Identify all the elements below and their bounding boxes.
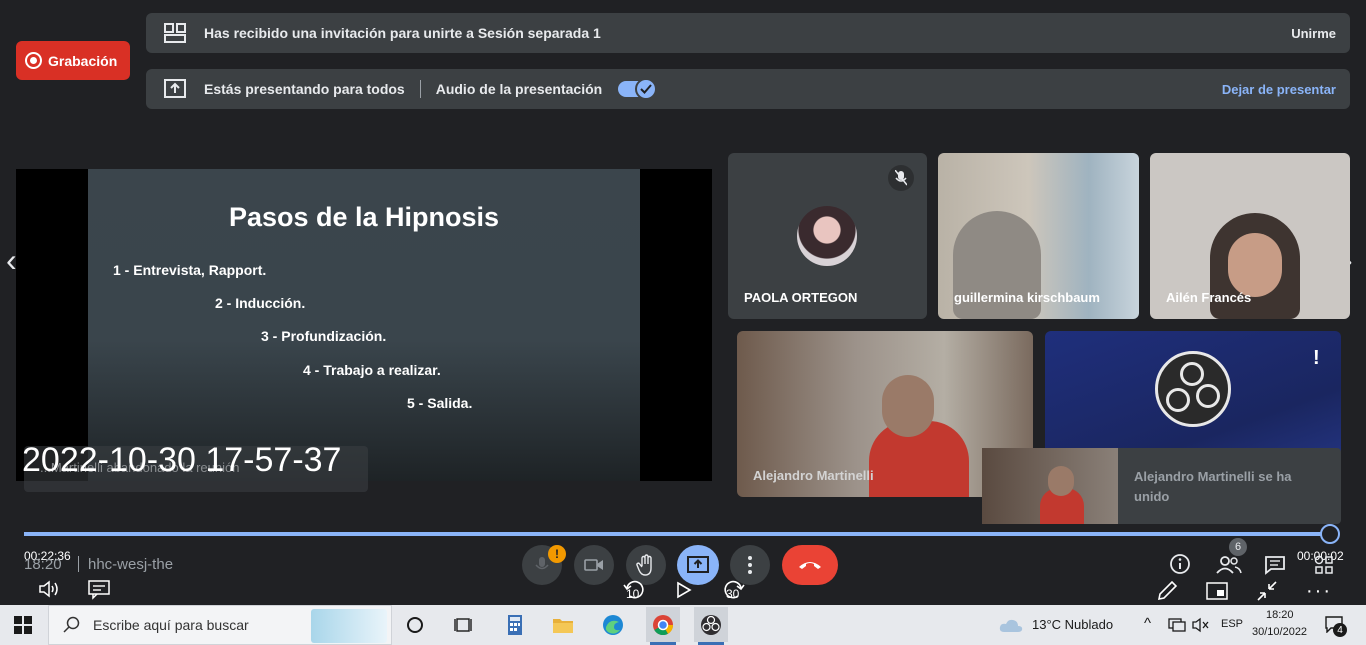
join-toast: Alejandro Martinelli se ha unido [982,448,1341,524]
slide-step: 1 - Entrevista, Rapport. [113,262,267,278]
audio-toggle[interactable] [618,78,658,100]
input-language[interactable]: ESP [1221,618,1243,630]
meeting-code: hhc-wesj-the [88,556,174,573]
slide-title: Pasos de la Hipnosis [228,202,500,232]
participant-count-badge: 6 [1229,538,1247,556]
slide-step: 3 - Profundización. [261,328,387,344]
chat-icon[interactable] [1264,555,1286,580]
obs-app-icon[interactable] [694,607,728,642]
activities-icon[interactable] [1314,555,1334,580]
audio-label: Audio de la presentación [435,81,603,97]
hang-up-button[interactable] [782,545,838,585]
invite-text: Has recibido una invitación para unirte … [204,25,601,41]
volume-icon[interactable] [38,580,60,603]
exit-fullscreen-icon[interactable] [1256,580,1278,607]
participant-name: PAOLA ORTEGON [744,290,858,305]
participant-name: Alejandro Martinelli [753,468,874,483]
search-icon [63,616,80,633]
alert-icon: ! [1313,347,1320,369]
present-button[interactable] [677,545,719,585]
stop-presenting-button[interactable]: Dejar de presentar [1222,82,1336,97]
participant-name: Ailén Francés [1166,290,1252,305]
participant-name: guillermina kirschbaum [954,290,1100,305]
breakout-invite-banner: Has recibido una invitación para unirte … [146,13,1350,53]
task-view-icon[interactable] [449,610,479,640]
search-placeholder: Escribe aquí para buscar [93,617,249,633]
divider [419,80,421,98]
obs-logo-icon [1155,351,1231,427]
meeting-info-icon[interactable] [1169,553,1191,580]
cortana-icon[interactable] [400,610,430,640]
recording-label: Grabación [48,52,118,69]
breakout-rooms-icon [164,23,186,43]
meeting-time: 18:20 [24,556,62,573]
divider [78,556,79,572]
picture-in-picture-icon[interactable] [1206,582,1228,605]
presentation-slide: Pasos de la Hipnosis 1 - Entrevista, Rap… [88,169,640,481]
search-highlight-image [311,609,387,643]
participant-tile[interactable]: Ailén Francés [1150,153,1350,319]
tray-expand-icon[interactable]: ^ [1144,615,1151,632]
file-explorer-icon[interactable] [548,610,578,640]
present-screen-icon [164,79,186,99]
slide-step: 5 - Salida. [407,395,473,411]
network-icon[interactable] [1168,617,1186,638]
taskbar-clock-time[interactable]: 18:20 [1266,609,1294,621]
pen-icon[interactable] [1156,580,1178,607]
windows-start-icon[interactable] [14,616,32,639]
taskbar-clock-date[interactable]: 30/10/2022 [1252,626,1307,638]
camera-button[interactable] [574,545,614,585]
join-toast-text: Alejandro Martinelli se ha unido [1134,469,1292,504]
rewind-seconds: 10 [626,587,640,601]
people-icon[interactable] [1216,555,1242,580]
subtitles-icon[interactable] [88,580,110,605]
calculator-icon[interactable] [500,610,530,640]
recording-button[interactable]: Grabación [16,41,130,80]
participant-tile[interactable]: guillermina kirschbaum [938,153,1139,319]
record-icon [25,52,42,69]
play-icon[interactable] [676,581,692,604]
presenting-banner: Estás presentando para todos Audio de la… [146,69,1350,109]
slide-step: 4 - Trabajo a realizar. [303,362,441,378]
notification-count: 4 [1333,623,1347,637]
player-more-icon[interactable]: ··· [1306,580,1332,603]
participant-tile[interactable]: PAOLA ORTEGON [728,153,927,319]
forward-seconds: 30 [726,587,740,601]
slide-step: 2 - Inducción. [215,295,306,311]
avatar [797,206,857,266]
participant-thumbnail [982,448,1118,524]
join-button[interactable]: Unirme [1291,26,1336,41]
speaker-muted-icon[interactable] [1192,617,1210,638]
check-icon [635,78,658,100]
mic-off-icon [888,165,914,191]
weather-text[interactable]: 13°C Nublado [1032,617,1113,632]
recording-timestamp: 2022-10-30 17-57-37 [22,441,342,479]
taskbar-search-box[interactable]: Escribe aquí para buscar [48,605,392,645]
chrome-browser-icon[interactable] [646,607,680,642]
cloud-icon [998,617,1024,638]
participant-face [1228,233,1282,297]
participant-face [882,375,934,437]
edge-browser-icon[interactable] [598,610,628,640]
presenting-text: Estás presentando para todos [204,81,405,97]
seek-progress [24,532,1327,536]
seek-handle[interactable] [1320,524,1340,544]
mic-alert-badge: ! [548,545,566,563]
